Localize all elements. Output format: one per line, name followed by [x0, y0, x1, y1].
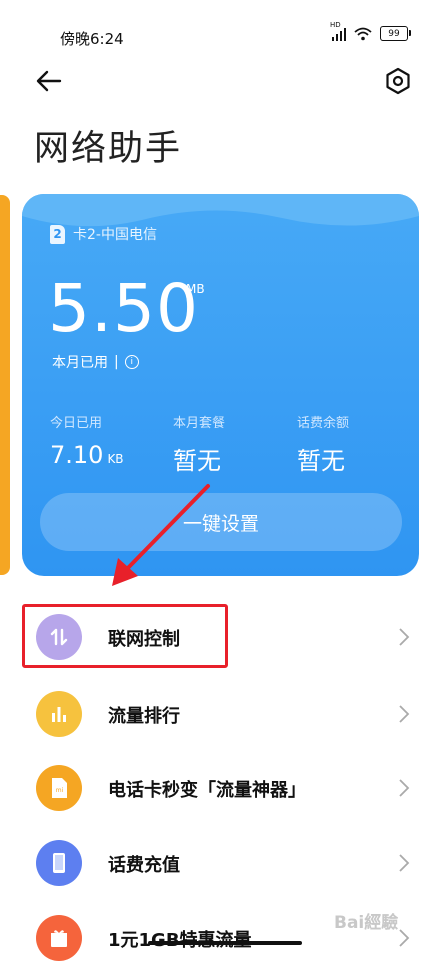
stat-today: 今日已用 7.10 KB [50, 412, 124, 469]
stat-balance[interactable]: 话费余额 暂无 [297, 412, 349, 476]
chevron-right-icon [399, 854, 410, 872]
one-key-setup-button[interactable]: 一键设置 [40, 493, 402, 551]
sim-card-icon: mi [36, 765, 82, 811]
previous-card-edge[interactable] [0, 195, 10, 575]
status-time: 傍晚6:24 [60, 30, 124, 48]
menu-item-label: 电话卡秒变「流量神器」 [108, 780, 306, 801]
gift-icon [36, 915, 82, 961]
usage-label: 本月已用 [52, 355, 108, 371]
menu-item-traffic-ranking[interactable]: 流量排行 [0, 679, 448, 751]
signal-icon: HD [330, 21, 346, 41]
data-usage-card[interactable]: 2 卡2-中国电信 5.50 MB 本月已用 | i 今日已用 7.10 KB 本… [22, 194, 419, 576]
stat-value: 暂无 [173, 447, 221, 475]
watermark: Bai經驗 [334, 913, 399, 933]
usage-value: 5.50 [48, 270, 199, 347]
status-bar: 傍晚6:24 HD 99 [0, 0, 448, 70]
gear-hexagon-icon[interactable] [384, 67, 412, 95]
stat-plan[interactable]: 本月套餐 暂无 [173, 412, 225, 476]
menu-item-label: 1元1GB特惠流量 [108, 926, 252, 952]
network-type-label: HD [330, 20, 341, 29]
page-title: 网络助手 [34, 129, 183, 169]
bar-chart-icon [36, 691, 82, 737]
usage-label-row: 本月已用 | i [52, 352, 139, 372]
chevron-right-icon [399, 705, 410, 723]
stat-value: 暂无 [297, 447, 345, 475]
sim-card-icon: 2 [50, 224, 65, 244]
status-icons: HD 99 [330, 21, 411, 41]
chevron-right-icon [399, 779, 410, 797]
highlight-box [22, 604, 228, 668]
sim-info: 2 卡2-中国电信 [50, 224, 157, 244]
arrow-left-icon[interactable] [34, 66, 64, 96]
stat-value: 7.10 KB [50, 441, 124, 469]
chevron-right-icon [399, 929, 410, 947]
battery-level: 99 [388, 28, 400, 39]
menu-item-recharge[interactable]: 话费充值 [0, 828, 448, 900]
stat-unit: KB [107, 452, 124, 466]
menu-item-label: 流量排行 [108, 706, 180, 727]
chevron-right-icon [399, 628, 410, 646]
stat-label: 今日已用 [50, 416, 103, 431]
stat-label: 本月套餐 [173, 416, 226, 431]
battery-icon: 99 [380, 26, 411, 41]
phone-icon [36, 840, 82, 886]
usage-unit: MB [186, 282, 205, 296]
menu-item-label: 话费充值 [108, 855, 180, 876]
stat-label: 话费余额 [297, 416, 350, 431]
home-indicator[interactable] [148, 941, 302, 945]
menu-item-sim-traffic-tool[interactable]: mi 电话卡秒变「流量神器」 [0, 753, 448, 825]
sim-label: 卡2-中国电信 [73, 227, 157, 243]
info-icon[interactable]: i [124, 355, 139, 369]
wifi-icon [354, 27, 372, 40]
separator: | [114, 354, 119, 370]
svg-text:mi: mi [56, 787, 64, 794]
